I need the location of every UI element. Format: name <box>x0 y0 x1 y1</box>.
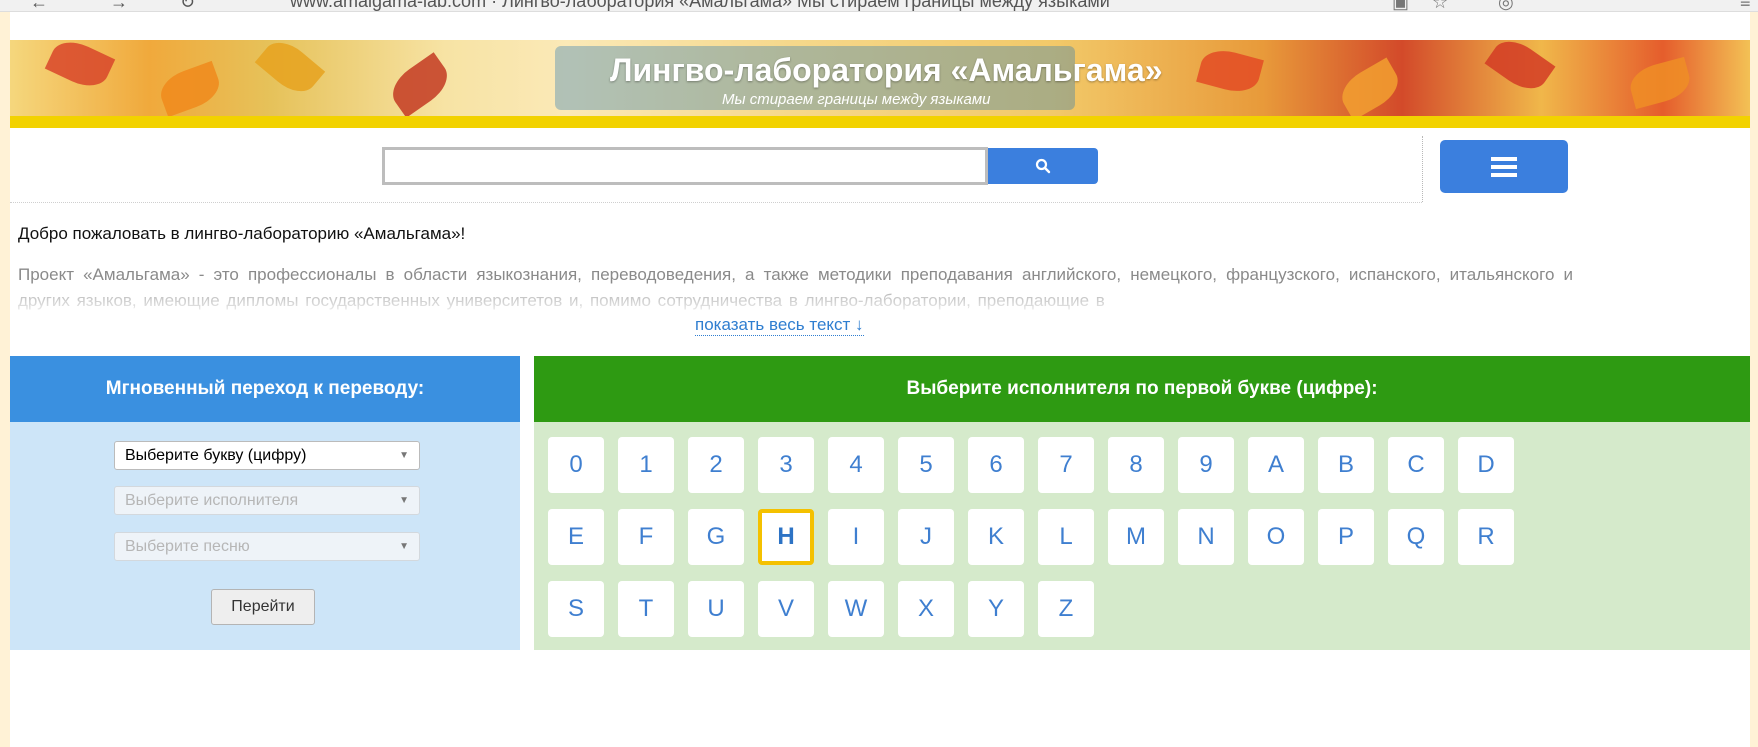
letter-button-q[interactable]: Q <box>1388 509 1444 565</box>
letter-button-y[interactable]: Y <box>968 581 1024 637</box>
letters-panel: Выберите исполнителя по первой букве (ци… <box>534 356 1750 650</box>
letter-button-v[interactable]: V <box>758 581 814 637</box>
page: Лингво-лаборатория «Амальгама» Мы стирае… <box>10 12 1750 747</box>
letter-button-w[interactable]: W <box>828 581 884 637</box>
show-full-text-link[interactable]: показать весь текст ↓ <box>695 315 864 336</box>
letter-button-0[interactable]: 0 <box>548 437 604 493</box>
search-button[interactable] <box>988 148 1098 184</box>
leaf-decoration <box>155 60 225 118</box>
letter-button-d[interactable]: D <box>1458 437 1514 493</box>
dropdown-arrow-icon: ▼ <box>399 541 409 552</box>
dropdown-arrow-icon: ▼ <box>399 495 409 506</box>
browser-toolbar: ← → ↻ www.amalgama-lab.com · Лингво-лабо… <box>0 0 1758 12</box>
leaf-decoration <box>254 40 326 101</box>
leaf-decoration <box>384 52 456 118</box>
letter-button-f[interactable]: F <box>618 509 674 565</box>
leaf-decoration <box>1196 44 1264 98</box>
letter-button-t[interactable]: T <box>618 581 674 637</box>
header-divider <box>1422 136 1423 202</box>
letter-button-i[interactable]: I <box>828 509 884 565</box>
artist-select-value: Выберите исполнителя <box>125 491 299 509</box>
intro-fade <box>18 288 1573 314</box>
letter-select-value: Выберите букву (цифру) <box>125 446 307 464</box>
letter-button-5[interactable]: 5 <box>898 437 954 493</box>
letter-button-o[interactable]: O <box>1248 509 1304 565</box>
song-select[interactable]: Выберите песню ▼ <box>114 532 420 561</box>
back-icon[interactable]: ← <box>30 0 48 11</box>
letter-button-8[interactable]: 8 <box>1108 437 1164 493</box>
leaf-decoration <box>44 40 116 94</box>
profile-icon[interactable]: ◎ <box>1498 0 1514 11</box>
letter-button-s[interactable]: S <box>548 581 604 637</box>
letter-button-3[interactable]: 3 <box>758 437 814 493</box>
letter-button-9[interactable]: 9 <box>1178 437 1234 493</box>
letter-select[interactable]: Выберите букву (цифру) ▼ <box>114 441 420 470</box>
menu-button[interactable] <box>1440 140 1568 193</box>
letter-button-p[interactable]: P <box>1318 509 1374 565</box>
letter-button-u[interactable]: U <box>688 581 744 637</box>
site-title[interactable]: Лингво-лаборатория «Амальгама» <box>610 52 1163 89</box>
letters-header: Выберите исполнителя по первой букве (ци… <box>534 356 1750 422</box>
letter-button-m[interactable]: M <box>1108 509 1164 565</box>
leaf-decoration <box>1484 40 1556 98</box>
letter-button-l[interactable]: L <box>1038 509 1094 565</box>
leaf-decoration <box>1626 56 1694 110</box>
search-icon <box>1035 158 1051 174</box>
letter-button-x[interactable]: X <box>898 581 954 637</box>
letter-button-2[interactable]: 2 <box>688 437 744 493</box>
site-slogan: Мы стираем границы между языками <box>722 91 991 108</box>
letter-button-g[interactable]: G <box>688 509 744 565</box>
welcome-heading: Добро пожаловать в лингво-лабораторию «А… <box>18 224 466 243</box>
bookmark-star-icon[interactable]: ☆ <box>1432 0 1448 11</box>
search-divider <box>10 202 1422 203</box>
letter-button-1[interactable]: 1 <box>618 437 674 493</box>
letter-button-r[interactable]: R <box>1458 509 1514 565</box>
reload-icon[interactable]: ↻ <box>180 0 195 11</box>
address-bar[interactable]: www.amalgama-lab.com · Лингво-лаборатори… <box>290 0 1110 11</box>
hamburger-menu-icon <box>1491 156 1517 177</box>
letter-button-c[interactable]: C <box>1388 437 1444 493</box>
quick-jump-panel: Мгновенный переход к переводу: Выберите … <box>10 356 520 650</box>
go-button[interactable]: Перейти <box>211 589 315 625</box>
letter-button-h[interactable]: H <box>758 509 814 565</box>
quick-jump-header: Мгновенный переход к переводу: <box>10 356 520 422</box>
extension-icon[interactable]: ▣ <box>1392 0 1409 11</box>
browser-menu-icon[interactable]: ≡ <box>1740 0 1751 11</box>
artist-select[interactable]: Выберите исполнителя ▼ <box>114 486 420 515</box>
site-banner[interactable]: Лингво-лаборатория «Амальгама» Мы стирае… <box>10 40 1750 126</box>
leaf-decoration <box>1334 57 1406 121</box>
letter-button-k[interactable]: K <box>968 509 1024 565</box>
letter-button-b[interactable]: B <box>1318 437 1374 493</box>
song-select-value: Выберите песню <box>125 537 250 555</box>
search-input[interactable] <box>382 147 988 185</box>
letter-button-j[interactable]: J <box>898 509 954 565</box>
banner-stripe <box>10 116 1750 128</box>
letter-button-n[interactable]: N <box>1178 509 1234 565</box>
forward-icon[interactable]: → <box>110 0 128 11</box>
letter-button-z[interactable]: Z <box>1038 581 1094 637</box>
letter-button-4[interactable]: 4 <box>828 437 884 493</box>
letter-button-e[interactable]: E <box>548 509 604 565</box>
letter-button-a[interactable]: A <box>1248 437 1304 493</box>
letter-button-7[interactable]: 7 <box>1038 437 1094 493</box>
letter-button-6[interactable]: 6 <box>968 437 1024 493</box>
dropdown-arrow-icon: ▼ <box>399 450 409 461</box>
